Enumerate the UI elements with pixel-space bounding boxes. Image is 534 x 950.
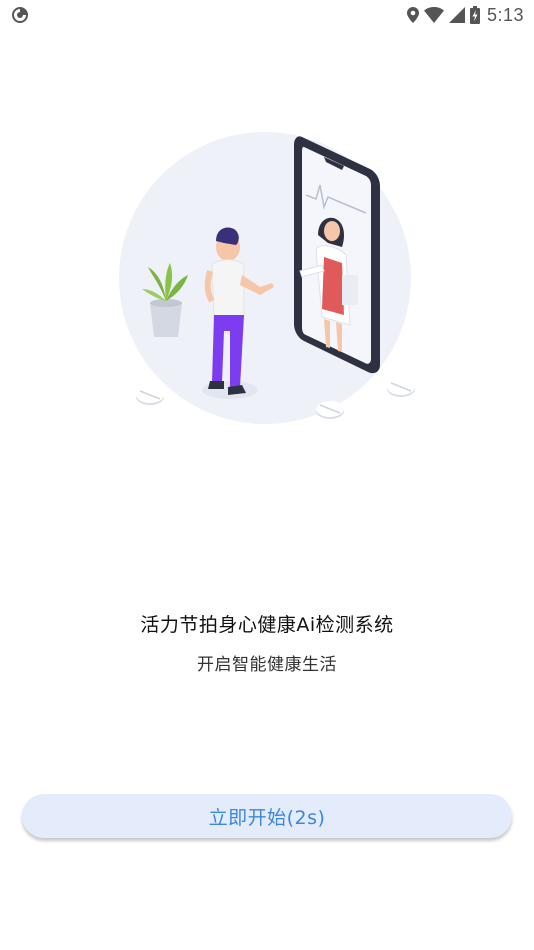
pill-icon <box>387 379 415 397</box>
app-notification-icon <box>10 5 30 25</box>
pill-icon <box>136 387 164 405</box>
wifi-icon <box>423 7 444 23</box>
status-time: 5:13 <box>486 4 524 25</box>
pill-icon <box>316 401 344 419</box>
status-bar: 5:13 <box>0 0 534 30</box>
signal-icon <box>448 7 465 23</box>
location-icon <box>406 7 419 23</box>
phone-illustration <box>294 136 380 374</box>
app-subtitle: 开启智能健康生活 <box>197 655 337 675</box>
battery-charging-icon <box>469 6 480 24</box>
doctor-consultation-illustration <box>110 125 430 435</box>
status-icons: 5:13 <box>406 4 524 26</box>
app-title: 活力节拍身心健康Ai检测系统 <box>140 614 394 636</box>
start-now-button-label: 立即开始(2s) <box>208 806 326 829</box>
start-now-button[interactable]: 立即开始(2s) <box>22 794 512 838</box>
